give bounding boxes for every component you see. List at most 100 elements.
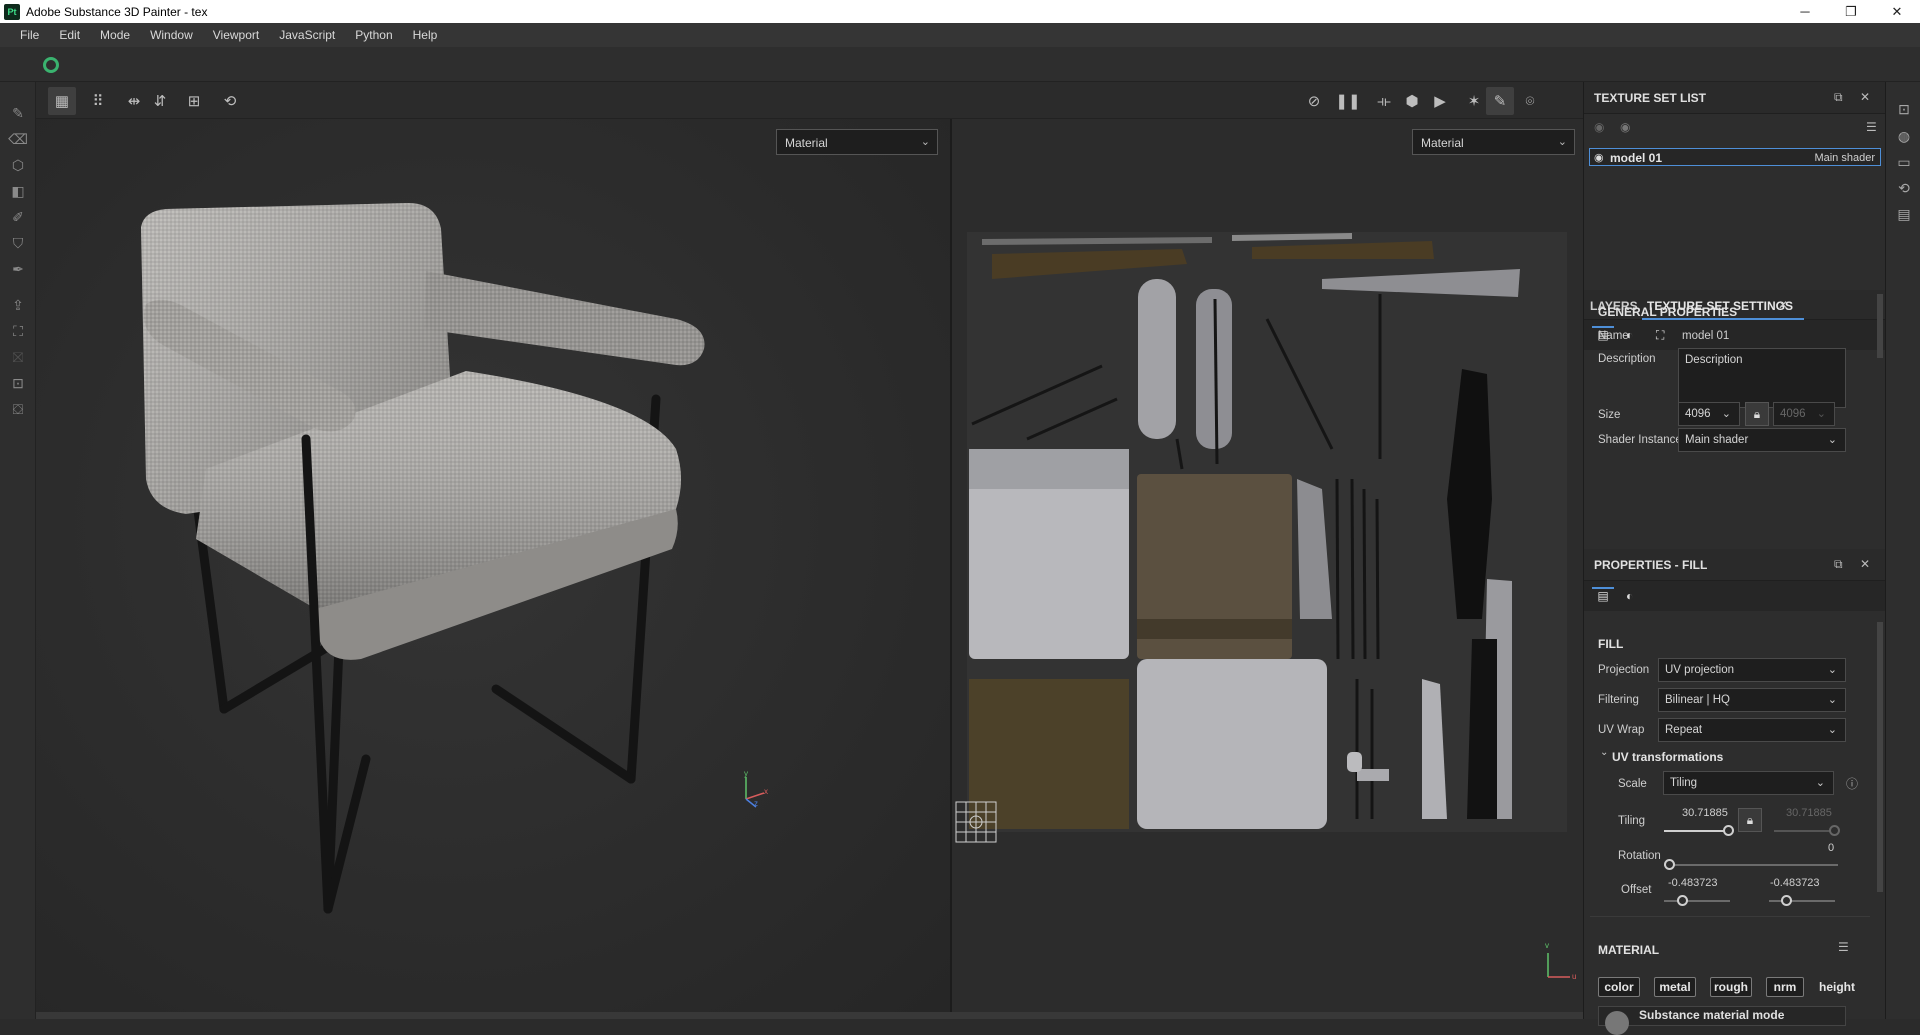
axis-z-label: z bbox=[754, 799, 758, 808]
lock-icon[interactable]: 🔒︎ bbox=[1738, 808, 1762, 832]
rotation-value[interactable]: 0 bbox=[1828, 842, 1834, 854]
grid-view-icon[interactable]: ⠿ bbox=[84, 87, 112, 115]
channel-metal-button[interactable]: metal bbox=[1654, 977, 1696, 997]
projection-select[interactable]: UV projection ⌄ bbox=[1658, 658, 1846, 682]
menu-mode[interactable]: Mode bbox=[90, 23, 140, 47]
bake-export-icon[interactable]: ⇪ bbox=[8, 296, 28, 314]
offset-u-slider[interactable] bbox=[1677, 895, 1688, 906]
minimize-icon[interactable]: ─ bbox=[1782, 0, 1828, 23]
chevron-down-icon: ⌄ bbox=[1827, 724, 1837, 736]
offset-v-value[interactable]: -0.483723 bbox=[1770, 877, 1820, 889]
hide-icon[interactable]: ◉ bbox=[1594, 120, 1604, 134]
symmetry-icon[interactable]: ⟛ bbox=[1370, 87, 1398, 115]
filtering-select[interactable]: Bilinear | HQ ⌄ bbox=[1658, 688, 1846, 712]
settings-scrollbar[interactable] bbox=[1877, 294, 1883, 358]
lighting-icon[interactable]: ✶ bbox=[1460, 87, 1488, 115]
menu-help[interactable]: Help bbox=[403, 23, 448, 47]
menu-icon[interactable]: ☰ bbox=[1866, 120, 1877, 134]
offset-u-value[interactable]: -0.483723 bbox=[1668, 877, 1718, 889]
maximize-icon[interactable]: ❐ bbox=[1828, 0, 1874, 23]
visibility-eye-icon[interactable]: ◉ bbox=[1594, 151, 1604, 164]
axis-y-label: y bbox=[744, 769, 748, 778]
paint-brush-icon[interactable]: ✎ bbox=[8, 104, 28, 122]
offset-v-slider[interactable] bbox=[1781, 895, 1792, 906]
rotation-slider[interactable] bbox=[1664, 859, 1675, 870]
smudge-icon[interactable]: ✐ bbox=[8, 208, 28, 226]
properties-tab-icon[interactable]: ▤ bbox=[1592, 587, 1614, 607]
axis-v-label: v bbox=[1545, 941, 1549, 950]
menu-window[interactable]: Window bbox=[140, 23, 203, 47]
uv-tab-icon[interactable]: ⛶ bbox=[1656, 328, 1664, 343]
add-icon[interactable]: ⊞ bbox=[180, 87, 208, 115]
history-icon[interactable]: ⟲ bbox=[216, 87, 244, 115]
name-label: Name bbox=[1598, 330, 1629, 342]
polygon-fill-icon[interactable]: ◧ bbox=[8, 182, 28, 200]
menu-edit[interactable]: Edit bbox=[49, 23, 90, 47]
assets-icon[interactable]: ▭ bbox=[1895, 153, 1913, 171]
close-tab-icon[interactable]: ✕ bbox=[1778, 298, 1788, 312]
uv-grid-icon[interactable] bbox=[955, 801, 997, 843]
viewport-3d[interactable]: Material ⌄ y x z bbox=[36, 119, 950, 1012]
lock-icon[interactable]: 🔒︎ bbox=[1745, 402, 1769, 426]
shader-instance-select[interactable]: Main shader ⌄ bbox=[1678, 428, 1846, 452]
texture-set-list-title: TEXTURE SET LIST bbox=[1594, 90, 1707, 105]
app-icon: Pt bbox=[4, 3, 20, 20]
eye-icon[interactable]: ◉ bbox=[1620, 120, 1630, 134]
scale-select[interactable]: Tiling ⌄ bbox=[1663, 771, 1834, 795]
material-menu-icon[interactable]: ☰ bbox=[1838, 940, 1849, 954]
close-icon[interactable]: ✕ bbox=[1874, 0, 1920, 23]
video-camera-icon[interactable]: ▶ bbox=[1426, 87, 1454, 115]
display-settings-icon[interactable]: ⊡ bbox=[1895, 100, 1913, 118]
close-icon[interactable]: ✕ bbox=[1860, 90, 1870, 104]
menu-javascript[interactable]: JavaScript bbox=[269, 23, 345, 47]
mirror-y-icon[interactable]: ⇵ bbox=[146, 87, 174, 115]
undock-icon[interactable]: ⧉ bbox=[1834, 90, 1843, 105]
mirror-x-icon[interactable]: ⇹ bbox=[120, 87, 148, 115]
size-select[interactable]: 4096 ⌄ bbox=[1678, 402, 1740, 426]
camera-cube-icon[interactable]: ⬢ bbox=[1398, 87, 1426, 115]
channel-color-button[interactable]: color bbox=[1598, 977, 1640, 997]
tiling-u-value[interactable]: 30.71885 bbox=[1682, 807, 1728, 819]
viewport-2d[interactable]: Material ⌄ v u bbox=[952, 119, 1583, 1012]
description-field[interactable]: Description bbox=[1678, 348, 1846, 408]
paint-mode-icon[interactable]: ✎ bbox=[1486, 87, 1514, 115]
material-mode-row[interactable]: Substance material mode bbox=[1598, 1006, 1846, 1035]
name-value[interactable]: model 01 bbox=[1682, 330, 1729, 342]
channel-height-button[interactable]: height bbox=[1814, 977, 1860, 997]
channel-nrm-button[interactable]: nrm bbox=[1766, 977, 1804, 997]
collapse-chevron-icon[interactable]: ⌄ bbox=[1600, 747, 1608, 758]
screenshot-icon[interactable]: ⌾ bbox=[1516, 87, 1544, 115]
pause-icon[interactable]: ❚❚ bbox=[1334, 87, 1362, 115]
color-picker-icon[interactable]: ✒ bbox=[8, 260, 28, 278]
uv-transformations-title[interactable]: UV transformations bbox=[1612, 750, 1723, 764]
chair-model bbox=[141, 203, 705, 914]
substance-plugin-icon[interactable] bbox=[43, 57, 59, 73]
info-icon[interactable]: ⓘ bbox=[1846, 775, 1858, 792]
shader-settings-icon[interactable]: ◍ bbox=[1895, 127, 1913, 145]
log-icon[interactable]: ▤ bbox=[1895, 205, 1913, 223]
menu-file[interactable]: File bbox=[10, 23, 49, 47]
material-tab-icon[interactable]: ◐ bbox=[1626, 589, 1633, 603]
disable-icon[interactable]: ⊘ bbox=[1300, 87, 1328, 115]
clone-stamp-icon[interactable]: ⛉ bbox=[8, 234, 28, 252]
display-settings-icon[interactable]: ⛋ bbox=[8, 400, 28, 418]
geometry-mask-icon[interactable]: ⛝ bbox=[8, 348, 28, 366]
projection-icon[interactable]: ⬡ bbox=[8, 156, 28, 174]
uv-wrap-select[interactable]: Repeat ⌄ bbox=[1658, 718, 1846, 742]
right-dock: ⊡ ◍ ▭ ⟲ ▤ bbox=[1885, 82, 1920, 1019]
properties-subtabs: ▤ ◐ bbox=[1584, 581, 1886, 611]
properties-title: PROPERTIES - FILL bbox=[1594, 557, 1708, 572]
eraser-icon[interactable]: ⌫ bbox=[8, 130, 28, 148]
undock-icon[interactable]: ⧉ bbox=[1834, 557, 1843, 572]
close-icon[interactable]: ✕ bbox=[1860, 557, 1870, 571]
properties-scrollbar[interactable] bbox=[1877, 622, 1883, 892]
channel-rough-button[interactable]: rough bbox=[1710, 977, 1752, 997]
material-picker-icon[interactable]: ⛶ bbox=[8, 322, 28, 340]
history-icon[interactable]: ⟲ bbox=[1895, 179, 1913, 197]
menu-python[interactable]: Python bbox=[345, 23, 402, 47]
single-view-icon[interactable]: ▦ bbox=[48, 87, 76, 115]
texture-set-item[interactable]: ◉ model 01 Main shader bbox=[1589, 148, 1881, 166]
measure-icon[interactable]: ⊡ bbox=[8, 374, 28, 392]
menu-viewport[interactable]: Viewport bbox=[203, 23, 269, 47]
tiling-u-slider[interactable] bbox=[1723, 825, 1734, 836]
